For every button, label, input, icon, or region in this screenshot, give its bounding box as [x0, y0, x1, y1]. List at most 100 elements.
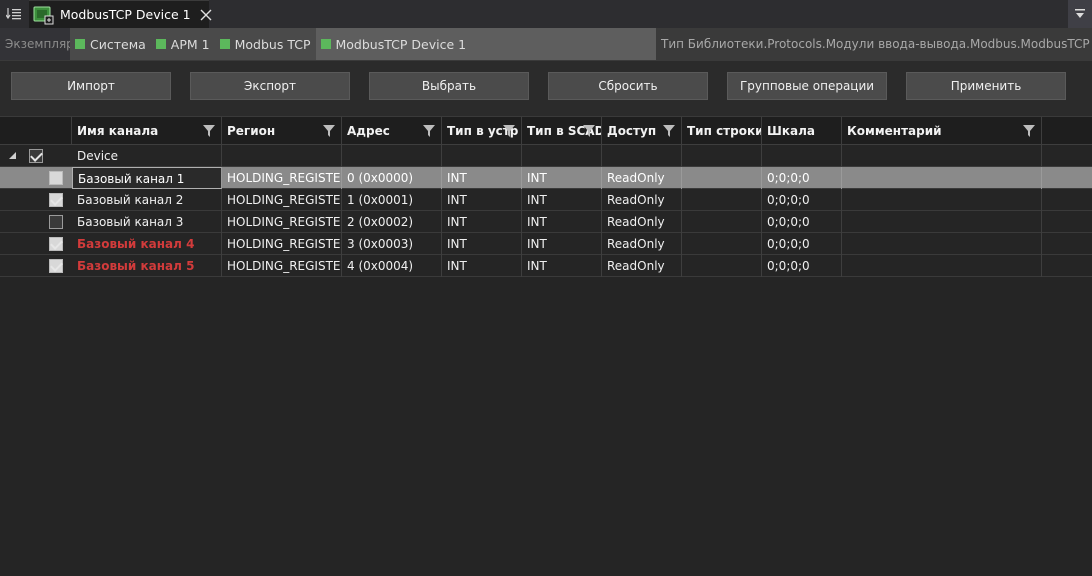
breadcrumb-item-device[interactable]: ModbusTCP Device 1	[315, 28, 707, 60]
reset-button[interactable]: Сбросить	[548, 72, 708, 100]
scada-type-cell[interactable]: INT	[522, 211, 602, 233]
export-button[interactable]: Экспорт	[190, 72, 350, 100]
comment-cell[interactable]	[842, 233, 1042, 255]
device-type-cell[interactable]: INT	[442, 233, 522, 255]
breadcrumb-items: Система АРМ 1 Modbus TCP ModbusTCP Devic…	[70, 28, 707, 60]
scale-cell[interactable]: 0;0;0;0	[762, 255, 842, 277]
empty-cell	[842, 145, 1042, 167]
channel-name-cell[interactable]: Базовый канал 3	[72, 211, 222, 233]
channel-name-cell[interactable]: Базовый канал 2	[72, 189, 222, 211]
select-button[interactable]: Выбрать	[369, 72, 529, 100]
string-type-cell[interactable]	[682, 255, 762, 277]
group-operations-button[interactable]: Групповые операции	[727, 72, 887, 100]
access-cell[interactable]: ReadOnly	[602, 167, 682, 189]
address-cell[interactable]: 3 (0x0003)	[342, 233, 442, 255]
string-type-cell[interactable]	[682, 189, 762, 211]
region-cell[interactable]: HOLDING_REGISTERS	[222, 233, 342, 255]
scale-cell[interactable]: 0;0;0;0	[762, 167, 842, 189]
column-header-scale[interactable]: Шкала	[762, 117, 842, 145]
column-header-string-type[interactable]: Тип строки	[682, 117, 762, 145]
toolbar: Импорт Экспорт Выбрать Сбросить Групповы…	[0, 61, 1092, 113]
device-type-cell[interactable]: INT	[442, 211, 522, 233]
filter-icon[interactable]	[323, 125, 335, 137]
region-cell[interactable]: HOLDING_REGISTERS	[222, 211, 342, 233]
region-cell[interactable]: HOLDING_REGISTERS	[222, 167, 342, 189]
column-header-comment[interactable]: Комментарий	[842, 117, 1042, 145]
row-checkbox[interactable]	[49, 193, 63, 207]
filter-icon[interactable]	[1023, 125, 1035, 137]
comment-cell[interactable]	[842, 211, 1042, 233]
scale-cell[interactable]: 0;0;0;0	[762, 189, 842, 211]
close-icon[interactable]	[199, 8, 213, 22]
breadcrumb-item-system[interactable]: Система	[70, 28, 151, 60]
filter-icon[interactable]	[203, 125, 215, 137]
breadcrumb-item-label: Modbus TCP	[234, 36, 311, 52]
group-row-device[interactable]: Device	[0, 145, 1092, 167]
table-row[interactable]: Базовый канал 2 HOLDING_REGISTERS 1 (0x0…	[0, 189, 1092, 211]
address-cell[interactable]: 0 (0x0000)	[342, 167, 442, 189]
header-spacer	[0, 117, 72, 145]
table-row[interactable]: Базовый канал 3 HOLDING_REGISTERS 2 (0x0…	[0, 211, 1092, 233]
filter-icon[interactable]	[663, 125, 675, 137]
table-row[interactable]: Базовый канал 1 HOLDING_REGISTERS 0 (0x0…	[0, 167, 1092, 189]
green-square-icon	[219, 39, 230, 49]
table-row[interactable]: Базовый канал 4 HOLDING_REGISTERS 3 (0x0…	[0, 233, 1092, 255]
row-checkbox[interactable]	[49, 259, 63, 273]
comment-cell[interactable]	[842, 167, 1042, 189]
column-header-name[interactable]: Имя канала	[72, 117, 222, 145]
document-tabstrip: ModbusTCP Device 1	[0, 0, 1092, 28]
collapse-triangle-icon[interactable]	[9, 152, 16, 159]
dropdown-overflow-icon[interactable]	[1068, 0, 1092, 28]
import-button[interactable]: Импорт	[11, 72, 171, 100]
filter-icon[interactable]	[503, 125, 515, 137]
scale-cell[interactable]: 0;0;0;0	[762, 211, 842, 233]
string-type-cell[interactable]	[682, 233, 762, 255]
column-title: Имя канала	[77, 124, 159, 138]
group-checkbox[interactable]	[29, 149, 43, 163]
scale-cell[interactable]: 0;0;0;0	[762, 233, 842, 255]
type-path: Тип Библиотеки.Protocols.Модули ввода-вы…	[656, 28, 1092, 60]
access-cell[interactable]: ReadOnly	[602, 233, 682, 255]
empty-cell	[342, 145, 442, 167]
address-cell[interactable]: 4 (0x0004)	[342, 255, 442, 277]
scada-type-cell[interactable]: INT	[522, 255, 602, 277]
scada-type-cell[interactable]: INT	[522, 167, 602, 189]
row-checkbox[interactable]	[49, 215, 63, 229]
row-checkbox[interactable]	[49, 237, 63, 251]
address-cell[interactable]: 1 (0x0001)	[342, 189, 442, 211]
column-title: Доступ	[607, 124, 657, 138]
table-row[interactable]: Базовый канал 5 HOLDING_REGISTERS 4 (0x0…	[0, 255, 1092, 277]
address-cell[interactable]: 2 (0x0002)	[342, 211, 442, 233]
channel-name-cell[interactable]: Базовый канал 5	[72, 255, 222, 277]
breadcrumb-item-modbus-tcp[interactable]: Modbus TCP	[215, 28, 316, 60]
breadcrumb-item-label: АРМ 1	[170, 36, 210, 52]
tab-title: ModbusTCP Device 1	[60, 7, 191, 22]
string-type-cell[interactable]	[682, 167, 762, 189]
breadcrumb-item-label: Система	[90, 36, 146, 52]
scada-type-cell[interactable]: INT	[522, 189, 602, 211]
device-type-cell[interactable]: INT	[442, 189, 522, 211]
string-type-cell[interactable]	[682, 211, 762, 233]
scada-type-cell[interactable]: INT	[522, 233, 602, 255]
apply-button[interactable]: Применить	[906, 72, 1066, 100]
filter-icon[interactable]	[423, 125, 435, 137]
column-title: Комментарий	[847, 124, 942, 138]
row-checkbox[interactable]	[49, 171, 63, 185]
comment-cell[interactable]	[842, 189, 1042, 211]
region-cell[interactable]: HOLDING_REGISTERS	[222, 189, 342, 211]
filter-icon[interactable]	[583, 125, 595, 137]
access-cell[interactable]: ReadOnly	[602, 211, 682, 233]
device-type-cell[interactable]: INT	[442, 167, 522, 189]
comment-cell[interactable]	[842, 255, 1042, 277]
channel-name-cell[interactable]: Базовый канал 4	[72, 233, 222, 255]
breadcrumb-item-arm[interactable]: АРМ 1	[151, 28, 215, 60]
region-cell[interactable]: HOLDING_REGISTERS	[222, 255, 342, 277]
channel-name-editor[interactable]: Базовый канал 1	[72, 167, 222, 189]
access-cell[interactable]: ReadOnly	[602, 189, 682, 211]
tab-modbustcp-device-1[interactable]: ModbusTCP Device 1	[29, 0, 212, 28]
breadcrumb-label: Экземпляр	[0, 28, 74, 60]
access-cell[interactable]: ReadOnly	[602, 255, 682, 277]
panel-list-icon[interactable]	[0, 0, 28, 28]
device-type-cell[interactable]: INT	[442, 255, 522, 277]
device-board-icon	[32, 5, 54, 25]
